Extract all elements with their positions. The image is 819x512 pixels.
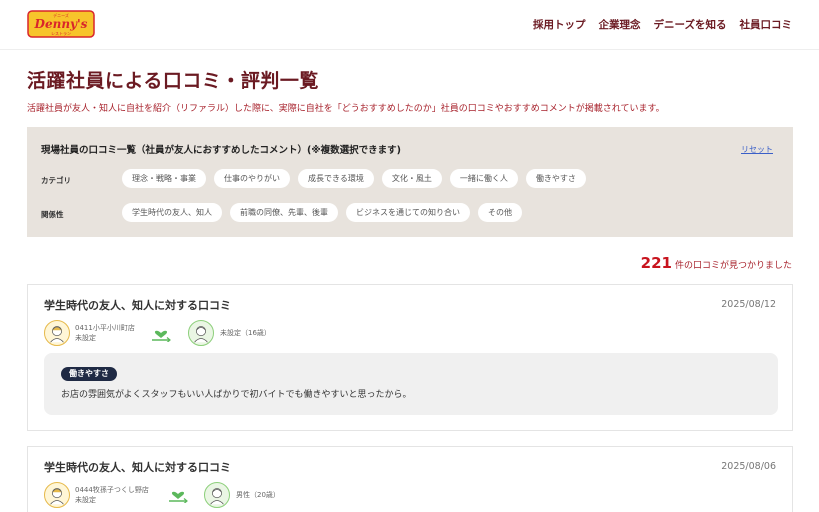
chip-growth-environment[interactable]: 成長できる環境 — [298, 169, 374, 188]
friend-info: 男性（20歳） — [236, 491, 280, 499]
reset-link[interactable]: リセット — [741, 144, 773, 155]
review-card: 学生時代の友人、知人に対する口コミ 2025/08/12 0411小平小川町店 … — [27, 284, 793, 431]
staff-store: 0444牧孫子つくし野店 — [75, 486, 149, 494]
category-label: カテゴリ — [41, 176, 71, 185]
review-title: 学生時代の友人、知人に対する口コミ — [44, 461, 231, 474]
filter-panel: 現場社員の口コミ一覧（社員が友人におすすめしたコメント）(※複数選択できます) … — [27, 127, 793, 237]
dennys-logo[interactable]: デニーズ Denny's レストラン — [26, 8, 96, 40]
nav-about-dennys[interactable]: デニーズを知る — [654, 17, 727, 32]
site-header: デニーズ Denny's レストラン 採用トップ 企業理念 デニーズを知る 社員… — [0, 0, 819, 50]
nav-philosophy[interactable]: 企業理念 — [599, 17, 641, 32]
main-nav: 採用トップ 企業理念 デニーズを知る 社員口コミ — [533, 17, 792, 32]
comment-box: 働きやすさ お店の雰囲気がよくスタッフもいい人ばかりで初バイトでも働きやすいと思… — [44, 353, 778, 415]
chip-coworkers[interactable]: 一緒に働く人 — [449, 169, 518, 188]
review-card: 学生時代の友人、知人に対する口コミ 2025/08/06 0444牧孫子つくし野… — [27, 446, 793, 512]
logo-sub-bottom: レストラン — [51, 30, 71, 36]
category-tag: 働きやすさ — [61, 367, 117, 381]
filter-title: 現場社員の口コミ一覧（社員が友人におすすめしたコメント）(※複数選択できます) — [41, 145, 401, 156]
result-count-number: 221 — [640, 254, 672, 272]
staff-avatar-icon — [44, 320, 70, 346]
chip-former-colleague[interactable]: 前職の同僚、先輩、後輩 — [230, 203, 338, 222]
staff-store: 0411小平小川町店 — [75, 324, 135, 332]
friend-info: 未設定（16歳） — [220, 329, 271, 337]
comment-text: お店の雰囲気がよくスタッフもいい人ばかりで初バイトでも働きやすいと思ったから。 — [61, 390, 412, 400]
chip-business-acquaintance[interactable]: ビジネスを通じての知り合い — [346, 203, 470, 222]
review-title: 学生時代の友人、知人に対する口コミ — [44, 299, 231, 312]
page-title: 活躍社員による口コミ・評判一覧 — [27, 70, 319, 92]
friend-avatar-icon — [188, 320, 214, 346]
chip-ease-of-work[interactable]: 働きやすさ — [525, 169, 586, 188]
nav-recruit-top[interactable]: 採用トップ — [533, 17, 586, 32]
staff-avatar-icon — [44, 482, 70, 508]
heart-link-icon — [169, 491, 188, 503]
chip-other[interactable]: その他 — [478, 203, 522, 222]
staff-info: 0444牧孫子つくし野店 未設定 — [75, 485, 149, 505]
friend-avatar-icon — [204, 482, 230, 508]
review-date: 2025/08/06 — [721, 461, 776, 472]
nav-employee-reviews[interactable]: 社員口コミ — [740, 17, 793, 32]
staff-status: 未設定 — [75, 496, 96, 504]
category-chips: 理念・戦略・事業 仕事のやりがい 成長できる環境 文化・風土 一緒に働く人 働き… — [122, 169, 586, 188]
relation-label: 関係性 — [41, 210, 64, 219]
page-description: 活躍社員が友人・知人に自社を紹介（リファラル）した際に、実際に自社を「どうおすす… — [27, 104, 665, 114]
result-count-suffix: 件の口コミが見つかりました — [674, 261, 792, 271]
staff-info: 0411小平小川町店 未設定 — [75, 323, 135, 343]
chip-school-friend[interactable]: 学生時代の友人、知人 — [122, 203, 222, 222]
logo-wordmark: Denny's — [34, 17, 88, 31]
result-count: 221 件の口コミが見つかりました — [641, 254, 792, 272]
review-date: 2025/08/12 — [721, 299, 776, 310]
chip-philosophy-strategy[interactable]: 理念・戦略・事業 — [122, 169, 206, 188]
chip-culture[interactable]: 文化・風土 — [381, 169, 442, 188]
heart-link-icon — [152, 330, 171, 342]
chip-job-rewarding[interactable]: 仕事のやりがい — [214, 169, 290, 188]
relation-chips: 学生時代の友人、知人 前職の同僚、先輩、後輩 ビジネスを通じての知り合い その他 — [122, 203, 522, 222]
staff-status: 未設定 — [75, 334, 96, 342]
